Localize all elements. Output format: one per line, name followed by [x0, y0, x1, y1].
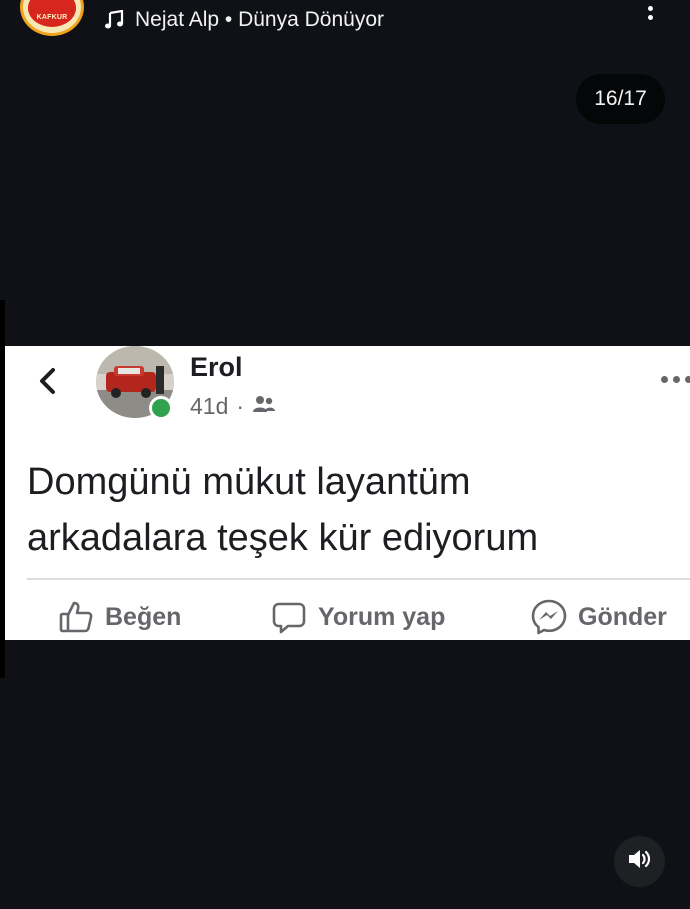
actions-divider — [27, 578, 690, 580]
more-dot — [685, 376, 690, 383]
messenger-icon — [530, 598, 568, 636]
more-dot — [647, 6, 653, 11]
send-button[interactable]: Gönder — [530, 597, 667, 637]
like-button[interactable]: Beğen — [57, 597, 181, 637]
avatar-logo-text: KAFKUR — [36, 14, 68, 21]
comment-button[interactable]: Yorum yap — [270, 597, 445, 637]
music-info[interactable]: Nejat Alp • Dünya Dönüyor — [103, 6, 384, 34]
story-viewer: KAFKUR Nejat Alp • Dünya Dönüyor 16/17 E… — [0, 0, 690, 909]
thumbs-up-icon — [57, 598, 95, 636]
chevron-left-icon[interactable] — [35, 364, 59, 398]
more-vertical-icon[interactable] — [638, 0, 662, 20]
send-label: Gönder — [578, 602, 667, 631]
post-text-line: arkadalara teşek kür ediyorum — [27, 517, 539, 559]
post-body: Domgünü mükut layantüm arkadalara teşek … — [27, 454, 667, 566]
music-note-icon — [103, 9, 125, 31]
music-label: Nejat Alp • Dünya Dönüyor — [135, 8, 384, 31]
more-horizontal-icon[interactable] — [661, 376, 690, 383]
post-card: Erol 41d · Domgünü mükut layantüm arkada… — [5, 346, 690, 640]
story-counter: 16/17 — [576, 74, 665, 124]
post-meta: 41d · — [190, 392, 276, 420]
friends-icon[interactable] — [252, 393, 276, 420]
post-time[interactable]: 41d — [190, 393, 228, 420]
comment-label: Yorum yap — [318, 602, 446, 631]
sound-toggle-button[interactable] — [614, 836, 665, 887]
comment-bubble-icon — [270, 598, 308, 636]
more-dot — [647, 15, 653, 20]
avatar-logo: KAFKUR — [28, 0, 76, 27]
meta-separator: · — [236, 392, 245, 419]
speaker-icon — [627, 847, 653, 876]
author-name[interactable]: Erol — [190, 352, 243, 383]
post-text-line: Domgünü mükut layantüm — [27, 461, 471, 503]
account-avatar[interactable]: KAFKUR — [20, 0, 84, 36]
more-dot — [673, 376, 680, 383]
more-dot — [661, 376, 668, 383]
online-status-dot — [149, 396, 173, 420]
like-label: Beğen — [105, 602, 182, 631]
